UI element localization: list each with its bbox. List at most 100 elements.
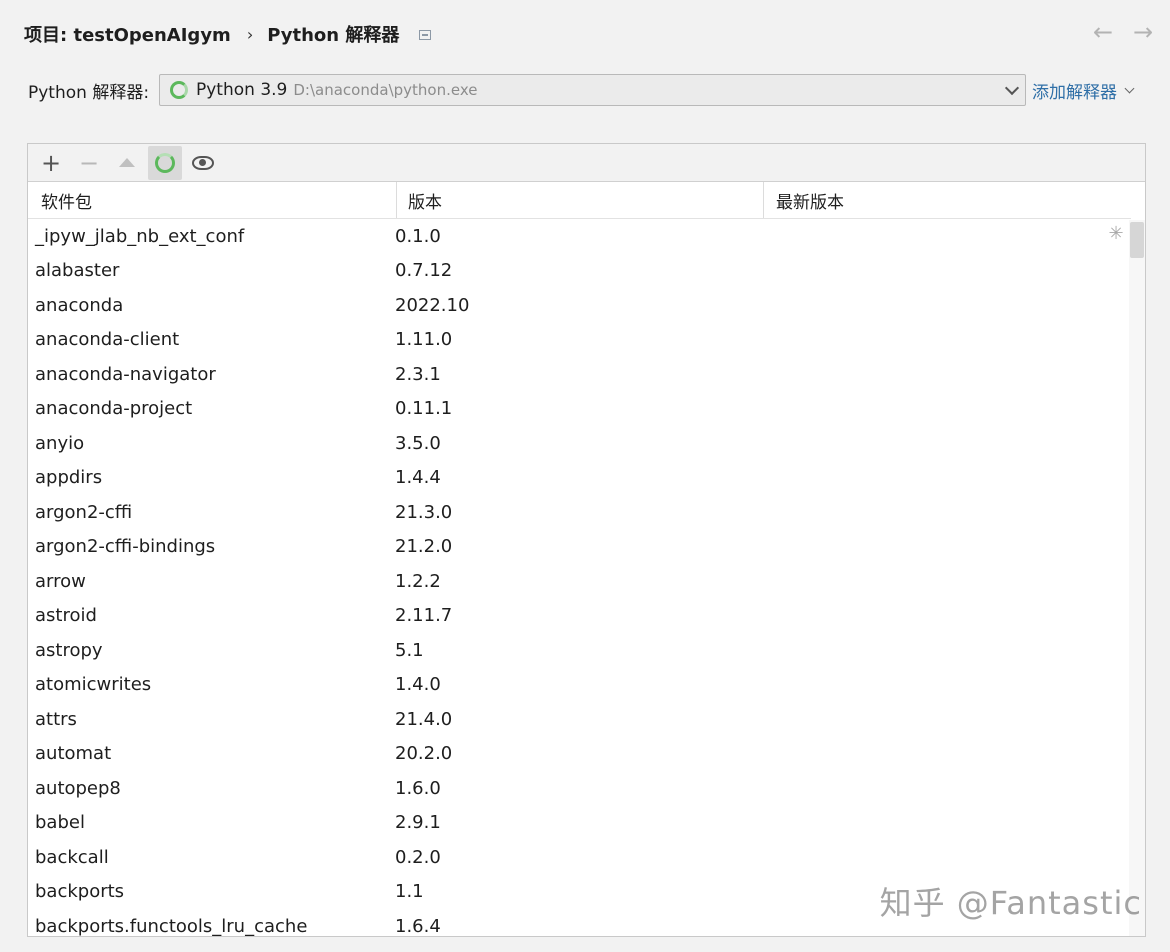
add-interpreter-link[interactable]: 添加解释器 — [1032, 74, 1135, 106]
table-row[interactable]: argon2-cffi-bindings 21.2.0 — [28, 530, 1131, 565]
table-row[interactable]: astropy 5.1 — [28, 633, 1131, 668]
add-interpreter-label: 添加解释器 — [1032, 82, 1117, 103]
version-cell: 2.9.1 — [395, 812, 441, 834]
minus-icon: − — [78, 148, 100, 177]
version-cell: 2.11.7 — [395, 605, 453, 627]
version-cell: 5.1 — [395, 639, 424, 661]
breadcrumb: 项目: testOpenAIgym › Python 解释器 — [24, 20, 432, 48]
packages-toolbar: + − — [28, 144, 1145, 182]
python-loading-icon — [170, 81, 188, 99]
package-name-cell: arrow — [35, 570, 86, 592]
interpreter-row: Python 解释器: — [28, 74, 157, 106]
table-row[interactable]: astroid 2.11.7 — [28, 599, 1131, 634]
chevron-down-icon — [1124, 83, 1135, 93]
scrollbar-thumb[interactable] — [1130, 222, 1144, 258]
version-cell: 1.2.2 — [395, 570, 441, 592]
table-row[interactable]: automat 20.2.0 — [28, 737, 1131, 772]
package-name-cell: anyio — [35, 432, 85, 454]
watermark: 知乎 @Fantastic — [879, 884, 1142, 922]
version-cell: 1.4.4 — [395, 467, 441, 489]
breadcrumb-project[interactable]: 项目: testOpenAIgym — [24, 21, 231, 47]
table-row[interactable]: attrs 21.4.0 — [28, 702, 1131, 737]
version-cell: 0.1.0 — [395, 225, 441, 247]
nav-arrows: ← → — [1090, 18, 1156, 46]
version-cell: 2022.10 — [395, 294, 470, 316]
package-name-cell: backports — [35, 881, 125, 903]
package-name-cell: astropy — [35, 639, 103, 661]
remove-package-button[interactable]: − — [72, 146, 106, 180]
table-row[interactable]: anaconda-navigator 2.3.1 — [28, 357, 1131, 392]
package-name-cell: autopep8 — [35, 777, 121, 799]
package-name-cell: argon2-cffi — [35, 501, 133, 523]
interpreter-name: Python 3.9 — [196, 80, 288, 100]
version-cell: 21.4.0 — [395, 708, 453, 730]
packages-panel: + − 软件包 版本 最新版本 _ipyw_jlab_nb_ext_conf 0.… — [27, 143, 1146, 937]
package-name-cell: attrs — [35, 708, 77, 730]
package-name-cell: babel — [35, 812, 85, 834]
version-cell: 21.3.0 — [395, 501, 453, 523]
table-row[interactable]: anaconda 2022.10 — [28, 288, 1131, 323]
show-early-releases-button[interactable] — [186, 146, 220, 180]
reload-button[interactable] — [148, 145, 182, 180]
upgrade-package-button[interactable] — [110, 146, 144, 180]
plus-icon: + — [40, 148, 62, 177]
version-cell: 0.7.12 — [395, 260, 453, 282]
table-row[interactable]: anaconda-client 1.11.0 — [28, 323, 1131, 358]
table-header: 软件包 版本 最新版本 — [28, 182, 1131, 219]
table-row[interactable]: arrow 1.2.2 — [28, 564, 1131, 599]
package-name-cell: _ipyw_jlab_nb_ext_conf — [35, 225, 245, 247]
chevron-right-icon: › — [246, 24, 254, 44]
table-row[interactable]: _ipyw_jlab_nb_ext_conf 0.1.0 — [28, 219, 1131, 254]
back-arrow-icon[interactable]: ← — [1090, 18, 1116, 46]
eye-icon — [192, 155, 214, 170]
version-cell: 1.6.4 — [395, 915, 441, 937]
version-cell: 0.11.1 — [395, 398, 453, 420]
triangle-up-icon — [119, 158, 135, 167]
column-header-latest-version[interactable]: 最新版本 — [764, 182, 1131, 218]
version-cell: 1.4.0 — [395, 674, 441, 696]
version-cell: 0.2.0 — [395, 846, 441, 868]
column-header-version[interactable]: 版本 — [397, 182, 764, 218]
package-name-cell: astroid — [35, 605, 97, 627]
table-row[interactable]: argon2-cffi 21.3.0 — [28, 495, 1131, 530]
add-package-button[interactable]: + — [34, 146, 68, 180]
package-name-cell: anaconda — [35, 294, 124, 316]
package-name-cell: argon2-cffi-bindings — [35, 536, 216, 558]
vertical-scrollbar[interactable] — [1129, 220, 1145, 936]
table-row[interactable]: backcall 0.2.0 — [28, 840, 1131, 875]
loading-icon: ✳ — [1108, 223, 1124, 244]
table-row[interactable]: autopep8 1.6.0 — [28, 771, 1131, 806]
version-cell: 2.3.1 — [395, 363, 441, 385]
package-name-cell: alabaster — [35, 260, 120, 282]
package-name-cell: backports.functools_lru_cache — [35, 915, 308, 937]
version-cell: 1.6.0 — [395, 777, 441, 799]
window-icon[interactable] — [419, 30, 432, 40]
table-row[interactable]: babel 2.9.1 — [28, 806, 1131, 841]
version-cell: 3.5.0 — [395, 432, 441, 454]
package-name-cell: anaconda-navigator — [35, 363, 216, 385]
forward-arrow-icon[interactable]: → — [1130, 18, 1156, 46]
table-row[interactable]: appdirs 1.4.4 — [28, 461, 1131, 496]
package-name-cell: automat — [35, 743, 112, 765]
page-title: Python 解释器 — [267, 25, 400, 46]
package-table-body: _ipyw_jlab_nb_ext_conf 0.1.0 alabaster 0.7.… — [28, 219, 1131, 937]
package-name-cell: anaconda-client — [35, 329, 180, 351]
package-name-cell: anaconda-project — [35, 398, 193, 420]
package-name-cell: atomicwrites — [35, 674, 152, 696]
table-row[interactable]: anyio 3.5.0 — [28, 426, 1131, 461]
table-row[interactable]: anaconda-project 0.11.1 — [28, 392, 1131, 427]
interpreter-label: Python 解释器: — [28, 82, 150, 103]
table-row[interactable]: atomicwrites 1.4.0 — [28, 668, 1131, 703]
table-row[interactable]: alabaster 0.7.12 — [28, 254, 1131, 289]
interpreter-path: D:\anaconda\python.exe — [293, 81, 478, 99]
reload-spinner-icon — [155, 152, 175, 173]
chevron-down-icon — [1004, 80, 1020, 96]
version-cell: 1.11.0 — [395, 329, 453, 351]
package-name-cell: appdirs — [35, 467, 103, 489]
version-cell: 21.2.0 — [395, 536, 453, 558]
version-cell: 20.2.0 — [395, 743, 453, 765]
interpreter-dropdown[interactable]: Python 3.9 D:\anaconda\python.exe — [159, 74, 1026, 106]
version-cell: 1.1 — [395, 881, 424, 903]
column-header-package[interactable]: 软件包 — [28, 182, 397, 218]
package-name-cell: backcall — [35, 846, 109, 868]
